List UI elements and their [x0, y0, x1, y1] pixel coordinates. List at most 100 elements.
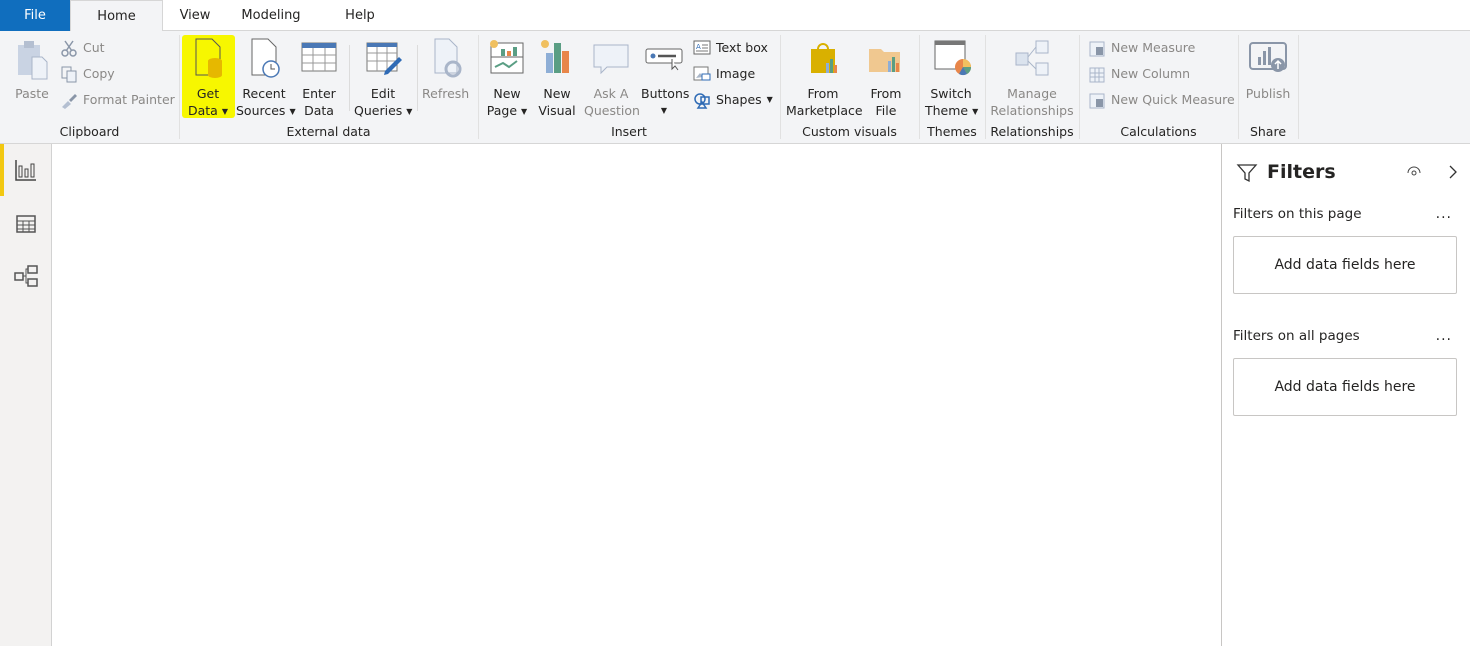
- new-visual-label-1: New: [543, 86, 571, 101]
- edit-queries-button[interactable]: Edit Queries ▼: [354, 35, 412, 120]
- ask-a-question-label-2: Question: [584, 103, 640, 118]
- chevron-down-icon: ▼: [766, 95, 773, 104]
- group-label-themes: Themes: [927, 124, 977, 139]
- paste-button[interactable]: Paste: [12, 35, 52, 102]
- group-label-insert: Insert: [611, 124, 647, 139]
- new-column-label: New Column: [1111, 66, 1191, 81]
- enter-data-label-2: Data: [304, 103, 334, 118]
- chevron-down-icon: ▼: [221, 107, 228, 116]
- buttons-label: Buttons: [641, 86, 690, 101]
- model-view-button[interactable]: [0, 250, 52, 302]
- new-quick-measure-button[interactable]: New Quick Measure: [1088, 89, 1235, 111]
- manage-relationships-label-1: Manage: [1007, 86, 1057, 101]
- bar-chart-icon: [15, 160, 36, 181]
- table-icon: [301, 42, 337, 72]
- chevron-down-icon: ▼: [521, 107, 528, 116]
- divider: [417, 45, 418, 111]
- this-page-drop-zone[interactable]: Add data fields here: [1233, 236, 1457, 294]
- chevron-down-icon: ▼: [972, 107, 979, 116]
- cut-label: Cut: [83, 40, 105, 55]
- chevron-down-icon: ▼: [406, 107, 413, 116]
- new-quick-measure-label: New Quick Measure: [1111, 92, 1235, 107]
- group-label-clipboard: Clipboard: [59, 124, 120, 139]
- tab-view[interactable]: View: [165, 0, 225, 31]
- folder-icon: [869, 49, 900, 72]
- group-label-calculations: Calculations: [1120, 124, 1197, 139]
- format-painter-label: Format Painter: [83, 92, 175, 107]
- filter-icon: [1236, 164, 1258, 183]
- new-page-icon: [490, 40, 524, 74]
- divider: [349, 45, 350, 111]
- copy-button[interactable]: Copy: [60, 63, 115, 85]
- table-icon: [16, 215, 36, 233]
- recent-sources-icon: [251, 38, 280, 78]
- publish-icon: [1249, 42, 1287, 72]
- get-data-label-2: Data: [188, 103, 218, 118]
- publish-button[interactable]: Publish: [1244, 35, 1292, 102]
- tab-help[interactable]: Help: [335, 0, 385, 31]
- new-column-button[interactable]: New Column: [1088, 63, 1190, 85]
- paste-icon: [18, 41, 48, 80]
- switch-theme-label-1: Switch: [930, 86, 972, 101]
- edit-queries-label-1: Edit: [370, 86, 396, 101]
- new-page-button[interactable]: New Page ▼: [486, 35, 528, 120]
- group-label-external-data: External data: [286, 124, 371, 139]
- refresh-icon: [434, 38, 462, 78]
- format-painter-button[interactable]: Format Painter: [60, 89, 175, 111]
- get-data-button[interactable]: Get Data ▼: [184, 35, 232, 120]
- from-file-button[interactable]: From File: [866, 35, 906, 119]
- enter-data-label-1: Enter: [302, 86, 336, 101]
- image-button[interactable]: Image: [693, 63, 755, 85]
- new-visual-label-2: Visual: [538, 103, 576, 118]
- new-page-label-2: Page: [486, 103, 518, 118]
- new-measure-button[interactable]: New Measure: [1088, 37, 1195, 59]
- more-options-button[interactable]: ...: [1436, 328, 1452, 344]
- tab-home[interactable]: Home: [70, 0, 163, 32]
- ask-a-question-button[interactable]: Ask A Question: [584, 35, 640, 119]
- report-canvas[interactable]: [53, 144, 1221, 646]
- marketplace-icon: [811, 43, 837, 73]
- bar-chart-icon: [541, 40, 569, 73]
- all-pages-drop-zone[interactable]: Add data fields here: [1233, 358, 1457, 416]
- edit-queries-icon: [366, 42, 402, 75]
- copy-icon: [61, 66, 77, 83]
- publish-label: Publish: [1245, 86, 1291, 101]
- refresh-button[interactable]: Refresh: [422, 35, 470, 102]
- chevron-right-icon[interactable]: [1448, 164, 1458, 180]
- tab-modeling[interactable]: Modeling: [232, 0, 310, 31]
- manage-relationships-button[interactable]: Manage Relationships: [990, 35, 1074, 119]
- filters-on-this-page-label: Filters on this page: [1233, 206, 1362, 222]
- group-label-share: Share: [1249, 124, 1287, 139]
- new-measure-label: New Measure: [1111, 40, 1196, 55]
- speech-bubble-icon: [593, 44, 629, 75]
- cut-button[interactable]: Cut: [60, 37, 105, 59]
- get-data-icon: [195, 38, 222, 78]
- group-label-custom-visuals: Custom visuals: [802, 124, 897, 139]
- refresh-label: Refresh: [422, 86, 470, 101]
- view-switcher: [0, 144, 52, 646]
- from-file-label-1: From: [870, 86, 902, 101]
- table-column-icon: [1089, 67, 1105, 83]
- manage-relationships-label-2: Relationships: [990, 103, 1074, 118]
- copy-label: Copy: [83, 66, 115, 81]
- text-box-button[interactable]: A Text box: [693, 37, 768, 59]
- from-marketplace-button[interactable]: From Marketplace: [786, 35, 863, 119]
- data-view-button[interactable]: [0, 198, 52, 250]
- shapes-button[interactable]: Shapes ▼: [693, 89, 773, 111]
- text-box-label: Text box: [716, 40, 768, 55]
- calculator-icon: [1089, 41, 1105, 57]
- report-view-button[interactable]: [0, 144, 52, 196]
- buttons-button[interactable]: Buttons ▼: [641, 35, 690, 119]
- text-box-icon: A: [693, 40, 711, 55]
- enter-data-button[interactable]: Enter Data: [299, 35, 339, 119]
- switch-theme-button[interactable]: Switch Theme ▼: [925, 35, 979, 120]
- ask-a-question-label-1: Ask A: [593, 86, 629, 101]
- tab-file[interactable]: File: [0, 0, 70, 31]
- image-icon: [693, 66, 711, 81]
- recent-sources-button[interactable]: Recent Sources ▼: [236, 35, 296, 120]
- filters-on-all-pages-label: Filters on all pages: [1233, 328, 1360, 344]
- new-visual-button[interactable]: New Visual: [537, 35, 577, 119]
- more-options-button[interactable]: ...: [1436, 206, 1452, 222]
- paintbrush-icon: [62, 94, 77, 109]
- eye-icon[interactable]: [1406, 164, 1422, 178]
